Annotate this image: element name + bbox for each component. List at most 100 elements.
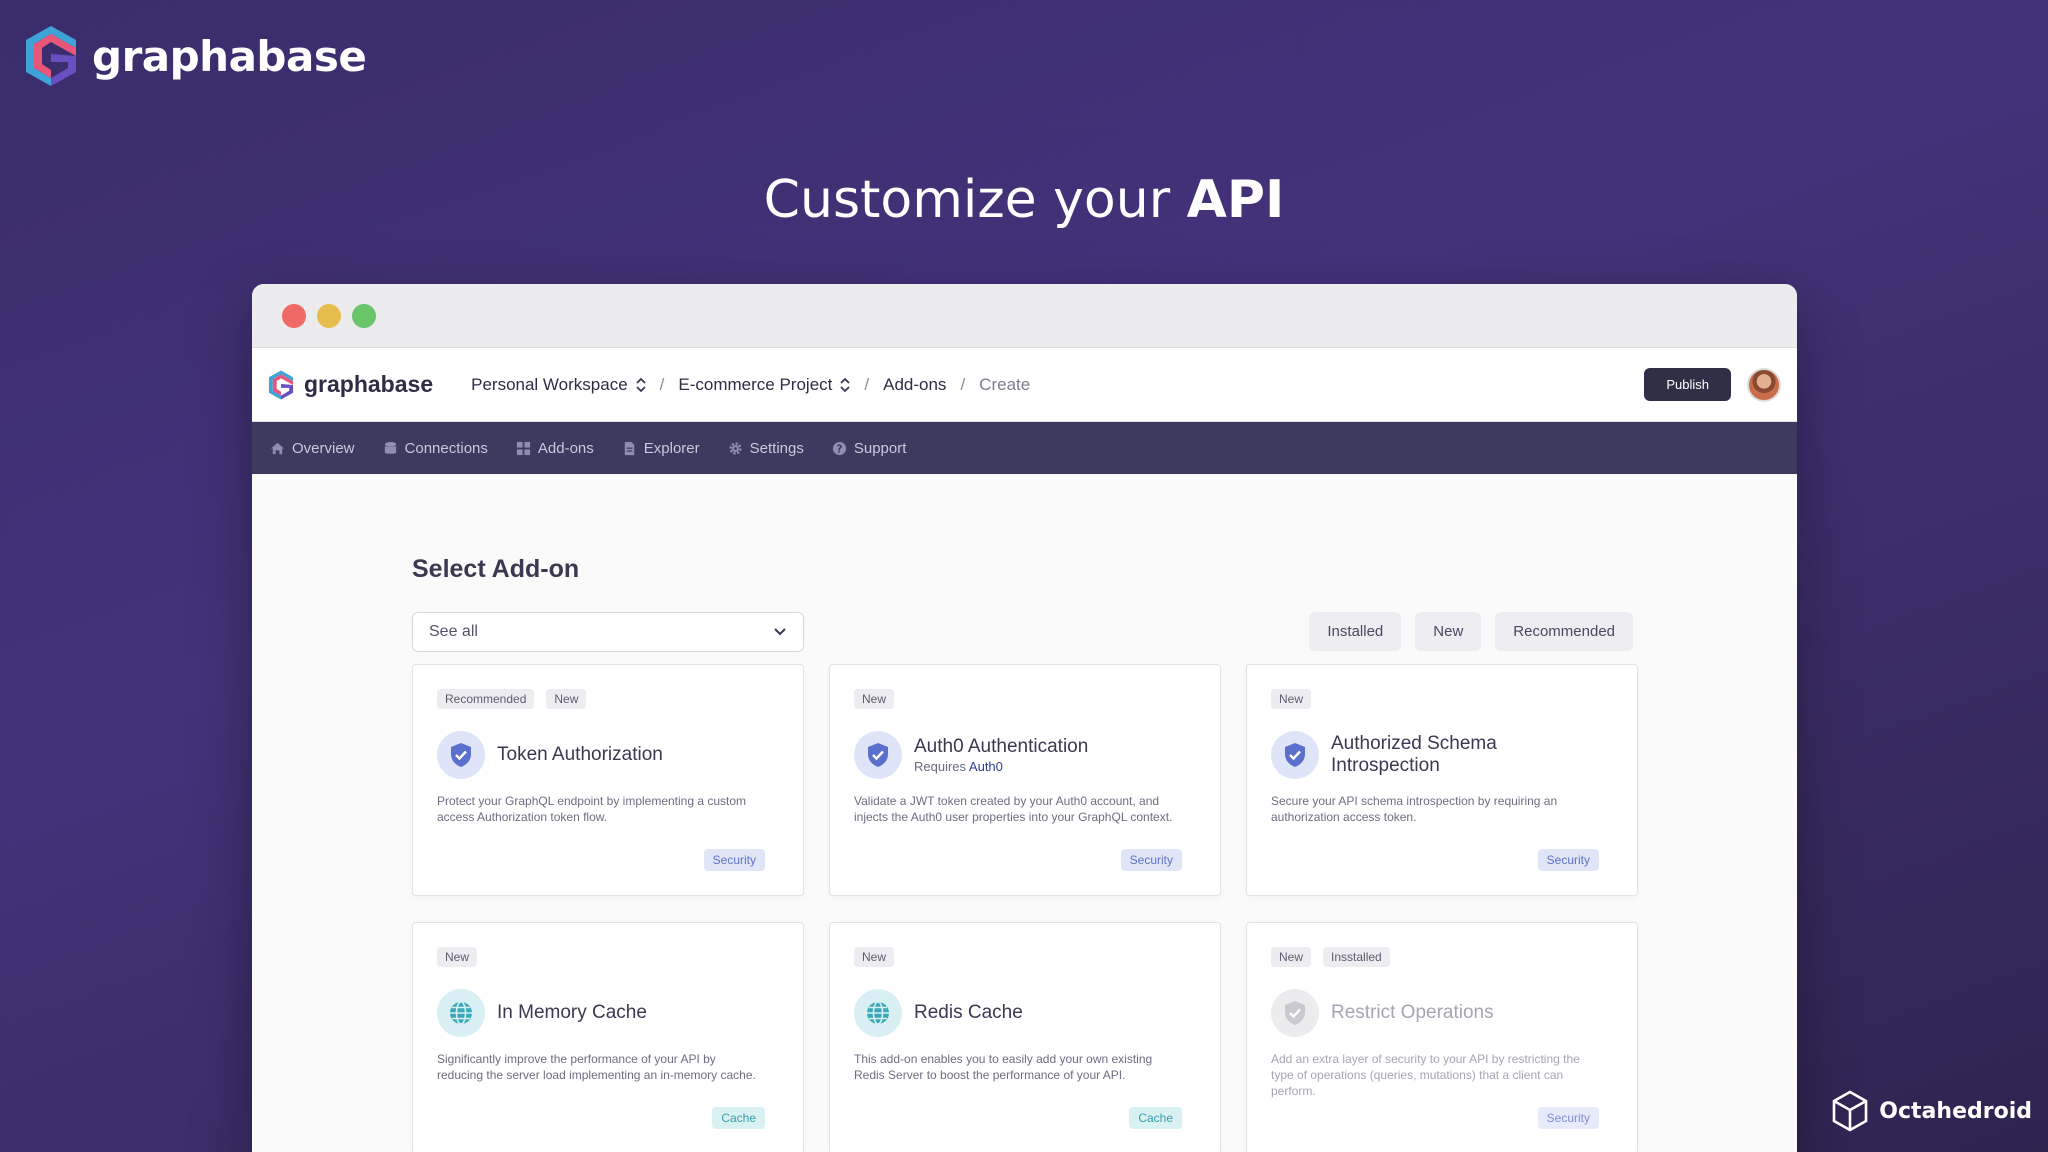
addon-card-token-authorization[interactable]: Recommended New Token Authorization Prot…	[412, 664, 804, 896]
nav-item-connections[interactable]: Connections	[383, 440, 488, 457]
card-description: Add an extra layer of security to your A…	[1271, 1052, 1580, 1099]
window-titlebar	[252, 284, 1797, 348]
addon-category-select[interactable]: See all	[412, 612, 804, 652]
breadcrumb-separator: /	[659, 374, 665, 394]
nav-item-overview[interactable]: Overview	[270, 440, 355, 457]
new-badge: New	[437, 947, 478, 967]
nav-item-label: Support	[853, 439, 907, 457]
database-icon	[384, 441, 396, 454]
breadcrumb-separator: /	[960, 374, 966, 394]
requirement-link[interactable]: Auth0	[969, 759, 1003, 774]
brand-name: graphabase	[92, 31, 367, 81]
card-title: Authorized Schema Introspection	[1331, 733, 1497, 776]
addon-card-restrict-operations[interactable]: New Insstalled Restrict Operations Add a…	[1246, 922, 1638, 1152]
breadcrumb-addons-link[interactable]: Add-ons	[883, 375, 946, 395]
page-title: Select Add-on	[412, 555, 580, 583]
nav-item-label: Overview	[292, 439, 355, 457]
graphabase-logo-icon	[268, 370, 294, 399]
minimize-window-button[interactable]	[317, 303, 341, 328]
gear-icon	[729, 441, 742, 455]
brand: graphabase	[24, 24, 367, 88]
grid-icon	[516, 441, 530, 455]
card-title: Redis Cache	[914, 1002, 1023, 1024]
new-badge: New	[854, 689, 895, 709]
watermark-name: Octahedroid	[1879, 1098, 2032, 1124]
chevron-updown-icon	[840, 377, 851, 392]
chevron-down-icon	[774, 628, 786, 636]
addon-card-in-memory-cache[interactable]: New In Memory Cache Significantly improv…	[412, 922, 804, 1152]
main-content: Select Add-on See all Installed New Reco…	[252, 475, 1797, 1152]
shield-icon	[1271, 989, 1319, 1037]
new-badge: New	[546, 689, 587, 709]
document-icon	[624, 441, 634, 455]
addon-card-auth0-authentication[interactable]: New Auth0 Authentication Requires Auth0 …	[829, 664, 1221, 896]
help-icon: ?	[832, 441, 846, 455]
category-tag: Security	[703, 849, 765, 871]
nav-item-support[interactable]: ? Support	[832, 439, 907, 457]
nav-item-label: Settings	[749, 439, 804, 457]
nav-item-addons[interactable]: Add-ons	[516, 440, 594, 457]
new-badge: New	[1271, 947, 1312, 967]
card-title: Auth0 Authentication	[914, 735, 1089, 757]
project-label: E-commerce Project	[678, 374, 833, 394]
filter-group: Installed New Recommended	[1309, 612, 1633, 651]
headline-prefix: Customize your	[763, 170, 1171, 230]
shield-icon	[854, 731, 902, 779]
card-description: Secure your API schema introspection by …	[1271, 794, 1558, 825]
octahedroid-logo-icon	[1832, 1090, 1868, 1132]
card-title: Restrict Operations	[1331, 1002, 1494, 1024]
app-header: graphabase Personal Workspace / E-commer…	[252, 348, 1797, 422]
requirement-prefix: Requires	[914, 759, 969, 775]
project-selector[interactable]: E-commerce Project	[678, 374, 851, 395]
installed-badge: Insstalled	[1323, 947, 1390, 967]
category-tag: Cache	[712, 1107, 765, 1129]
nav-item-label: Explorer	[643, 439, 700, 457]
headline-bold: API	[1186, 170, 1285, 230]
addon-card-redis-cache[interactable]: New Redis Cache This add-on enables you …	[829, 922, 1221, 1152]
category-tag: Cache	[1129, 1107, 1182, 1129]
recommended-badge: Recommended	[437, 689, 535, 709]
card-title: In Memory Cache	[497, 1002, 647, 1024]
chevron-updown-icon	[636, 377, 646, 392]
category-tag: Security	[1537, 849, 1599, 871]
shield-icon	[1271, 731, 1319, 779]
globe-icon	[854, 989, 902, 1037]
octahedroid-watermark: Octahedroid	[1831, 1090, 2032, 1132]
category-tag: Security	[1537, 1107, 1599, 1129]
filter-installed[interactable]: Installed	[1309, 612, 1402, 651]
home-icon	[270, 442, 285, 454]
breadcrumb: Personal Workspace / E-commerce Project …	[471, 375, 1030, 395]
page-headline: Customize your API	[0, 170, 2048, 230]
workspace-label: Personal Workspace	[471, 374, 628, 394]
app-logo-name: graphabase	[304, 371, 434, 397]
avatar[interactable]	[1747, 367, 1781, 402]
card-description: Significantly improve the performance of…	[437, 1052, 756, 1083]
card-requirement: Requires Auth0	[914, 759, 1088, 774]
new-badge: New	[854, 947, 895, 967]
nav-item-explorer[interactable]: Explorer	[622, 440, 700, 457]
workspace-selector[interactable]: Personal Workspace	[471, 375, 646, 395]
svg-text:?: ?	[836, 443, 842, 455]
breadcrumb-current: Create	[979, 374, 1031, 394]
filter-new[interactable]: New	[1415, 612, 1482, 651]
category-tag: Security	[1120, 849, 1182, 871]
card-title: Token Authorization	[497, 744, 663, 766]
app-logo[interactable]: graphabase	[268, 369, 433, 401]
nav-item-label: Connections	[404, 439, 488, 457]
nav-item-settings[interactable]: Settings	[728, 440, 804, 457]
graphabase-logo-icon	[26, 26, 76, 86]
card-description: Protect your GraphQL endpoint by impleme…	[437, 794, 747, 825]
globe-icon	[437, 989, 485, 1037]
filter-recommended[interactable]: Recommended	[1495, 612, 1633, 651]
close-window-button[interactable]	[282, 303, 306, 328]
select-value: See all	[429, 623, 478, 640]
publish-button[interactable]: Publish	[1644, 368, 1731, 401]
addon-grid: Recommended New Token Authorization Prot…	[412, 664, 1638, 1152]
nav-item-label: Add-ons	[537, 439, 594, 457]
new-badge: New	[1271, 689, 1312, 709]
main-nav: Overview Connections Add-ons Explorer Se…	[252, 422, 1797, 474]
app-window: graphabase Personal Workspace / E-commer…	[252, 284, 1797, 1152]
addon-card-authorized-schema-introspection[interactable]: New Authorized Schema Introspection Secu…	[1246, 664, 1638, 896]
maximize-window-button[interactable]	[352, 303, 376, 328]
card-description: This add-on enables you to easily add yo…	[854, 1052, 1153, 1083]
